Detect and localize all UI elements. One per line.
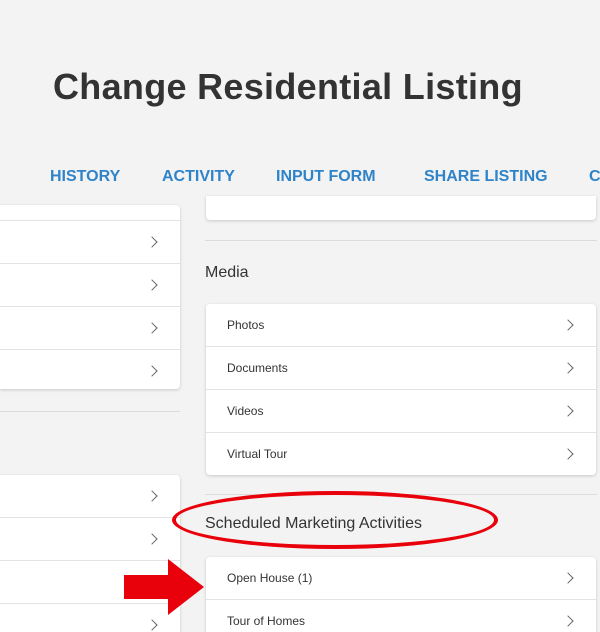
tab-input-form[interactable]: INPUT FORM (276, 168, 376, 186)
chevron-right-icon (146, 533, 158, 545)
chevron-right-icon (562, 615, 574, 627)
chevron-right-icon (562, 319, 574, 331)
left-row[interactable] (0, 221, 180, 264)
media-item-virtual-tour[interactable]: Virtual Tour (206, 433, 596, 475)
left-row-partial[interactable] (0, 205, 180, 221)
list-item-label: Documents (227, 361, 288, 375)
red-arrow-icon (124, 559, 204, 615)
chevron-right-icon (562, 572, 574, 584)
media-item-photos[interactable]: Photos (206, 304, 596, 347)
tab-history[interactable]: HISTORY (50, 168, 120, 186)
right-card-partial[interactable] (206, 196, 596, 220)
list-item-label: Tour of Homes (227, 614, 306, 628)
media-item-videos[interactable]: Videos (206, 390, 596, 433)
media-section-title: Media (205, 264, 249, 281)
chevron-right-icon (146, 236, 158, 248)
left-row[interactable] (0, 475, 180, 518)
list-item-label: Virtual Tour (227, 447, 288, 461)
chevron-right-icon (146, 279, 158, 291)
tab-share-listing[interactable]: SHARE LISTING (424, 168, 548, 186)
left-row[interactable] (0, 307, 180, 350)
chevron-right-icon (562, 448, 574, 460)
left-row[interactable] (0, 264, 180, 307)
left-card-top (0, 205, 180, 389)
chevron-right-icon (562, 362, 574, 374)
list-item-label: Open House (1) (227, 571, 313, 585)
marketing-item-tour-of-homes[interactable]: Tour of Homes (206, 600, 596, 632)
list-item-label: Photos (227, 318, 265, 332)
tab-more[interactable]: C (589, 168, 600, 186)
list-item-label: Videos (227, 404, 264, 418)
red-ellipse-highlight (172, 491, 498, 549)
marketing-item-open-house[interactable]: Open House (1) (206, 557, 596, 600)
page: Change Residential Listing HISTORY ACTIV… (0, 0, 600, 632)
left-row[interactable] (0, 518, 180, 561)
tab-activity[interactable]: ACTIVITY (162, 168, 235, 186)
chevron-right-icon (146, 365, 158, 377)
chevron-right-icon (146, 490, 158, 502)
section-divider (205, 240, 597, 241)
chevron-right-icon (146, 322, 158, 334)
media-item-documents[interactable]: Documents (206, 347, 596, 390)
left-row[interactable] (0, 350, 180, 389)
page-title: Change Residential Listing (53, 66, 523, 107)
chevron-right-icon (562, 405, 574, 417)
marketing-card: Open House (1) Tour of Homes (206, 557, 596, 632)
media-card: Photos Documents Videos Virtual Tour (206, 304, 596, 475)
section-divider (0, 411, 180, 412)
chevron-right-icon (146, 619, 158, 631)
page-header: Change Residential Listing HISTORY ACTIV… (0, 0, 600, 205)
